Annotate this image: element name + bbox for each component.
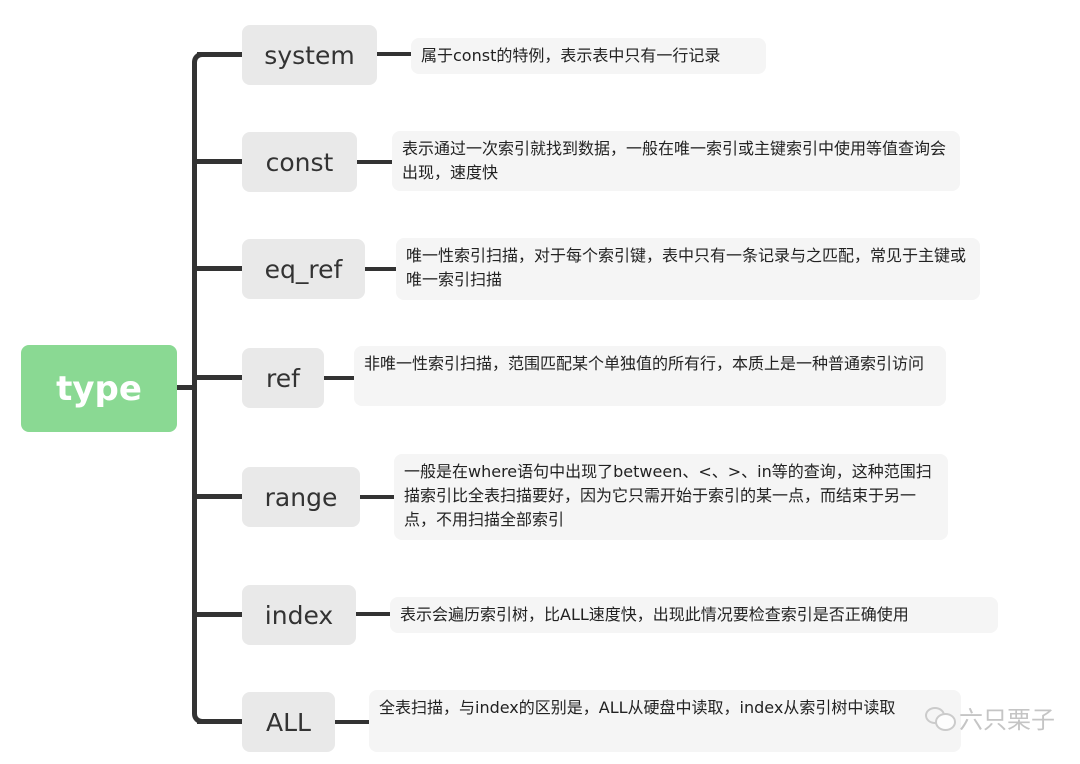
description-index: 表示会遍历索引树，比ALL速度快，出现此情况要检查索引是否正确使用 <box>390 597 998 633</box>
branch-connector <box>197 612 242 617</box>
description-system: 属于const的特例，表示表中只有一行记录 <box>411 38 766 74</box>
description-const: 表示通过一次索引就找到数据，一般在唯一索引或主键索引中使用等值查询会出现，速度快 <box>392 131 960 191</box>
branch-connector <box>197 494 242 499</box>
tree-trunk <box>192 52 206 724</box>
description-range: 一般是在where语句中出现了between、<、>、in等的查询，这种范围扫描… <box>394 454 948 540</box>
branch-connector <box>197 375 242 380</box>
desc-connector <box>357 160 392 164</box>
description-all: 全表扫描，与index的区别是，ALL从硬盘中读取，index从索引树中读取 <box>369 690 961 752</box>
root-node-type: type <box>21 345 177 432</box>
description-ref: 非唯一性索引扫描，范围匹配某个单独值的所有行，本质上是一种普通索引访问 <box>354 346 946 406</box>
desc-connector <box>365 267 396 271</box>
desc-connector <box>356 612 390 616</box>
desc-connector <box>335 720 369 724</box>
node-ref: ref <box>242 348 324 408</box>
watermark-text: 六只栗子 <box>959 706 1055 734</box>
node-const: const <box>242 132 357 192</box>
wechat-icon <box>925 705 956 731</box>
branch-connector <box>197 159 242 164</box>
desc-connector <box>324 376 358 380</box>
description-eq-ref: 唯一性索引扫描，对于每个索引键，表中只有一条记录与之匹配，常见于主键或唯一索引扫… <box>396 238 980 300</box>
node-index: index <box>242 585 356 645</box>
branch-connector <box>197 266 242 271</box>
node-all: ALL <box>242 692 335 752</box>
branch-connector <box>197 52 242 57</box>
node-system: system <box>242 25 377 85</box>
desc-connector <box>360 495 394 499</box>
desc-connector <box>377 52 411 56</box>
node-eq-ref: eq_ref <box>242 239 365 299</box>
watermark: 六只栗子 <box>925 700 1055 735</box>
branch-connector <box>197 719 242 724</box>
node-range: range <box>242 467 360 527</box>
